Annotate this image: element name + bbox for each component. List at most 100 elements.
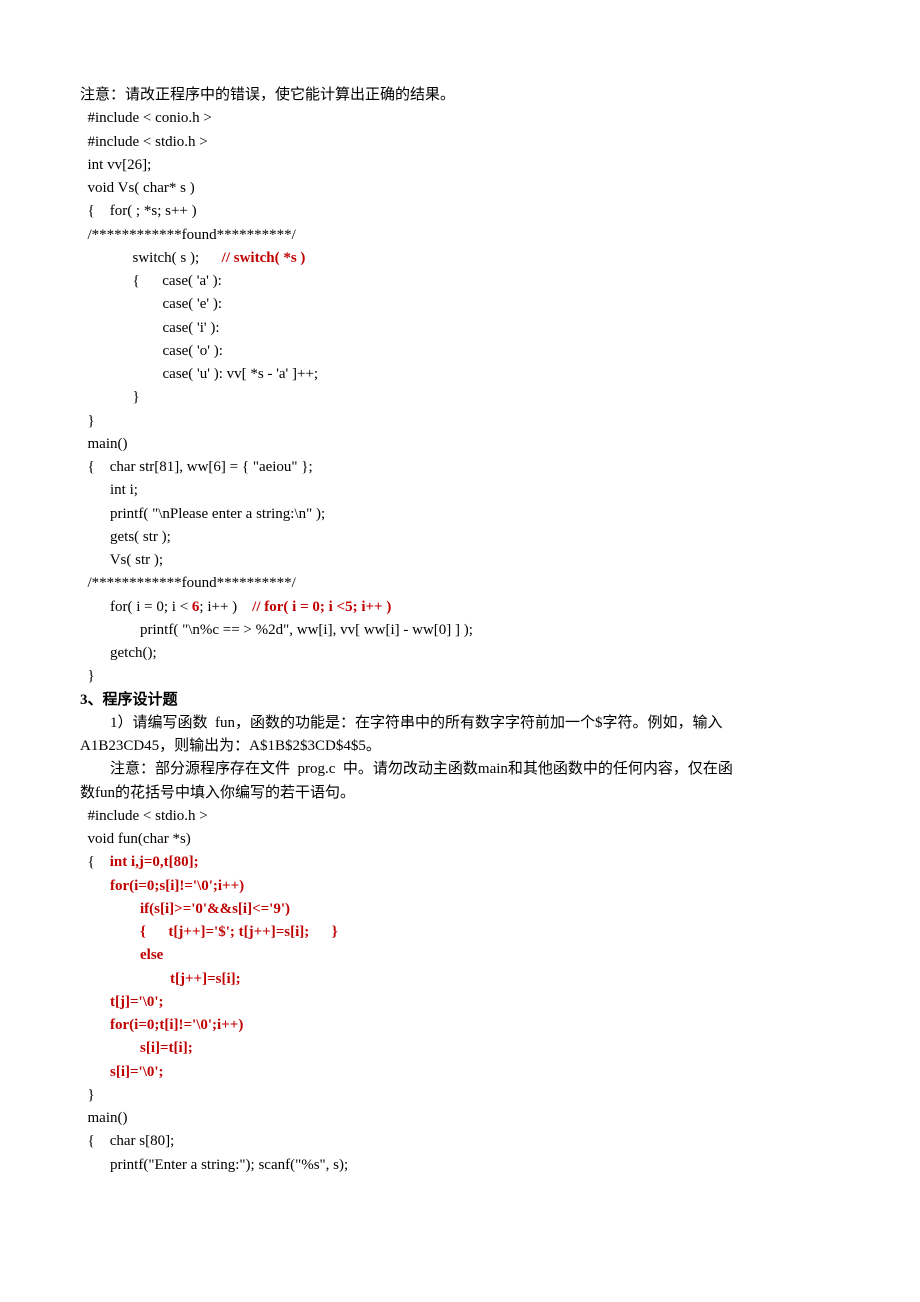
code-line: case( 'i' ): [80,317,840,340]
document-page: 注意：请改正程序中的错误，使它能计算出正确的结果。 #include < con… [0,0,920,1302]
text-segment [80,971,170,987]
text-segment: { t[j++]='$'; t[j++]=s[i]; } [140,924,338,940]
code-line: #include < stdio.h > [80,131,840,154]
text-segment: // switch( *s ) [222,250,306,266]
code-line: void fun(char *s) [80,828,840,851]
code-line: #include < stdio.h > [80,805,840,828]
text-segment [80,1017,110,1033]
code-line: printf("Enter a string:"); scanf("%s", s… [80,1154,840,1177]
text-segment: t[j]='\0'; [110,994,164,1010]
code-line: Vs( str ); [80,549,840,572]
text-segment: switch( s ); [80,250,222,266]
code-line: gets( str ); [80,526,840,549]
code-line: /************found**********/ [80,224,840,247]
text-segment: int vv[26]; [80,157,151,173]
text-segment: } [80,1087,95,1103]
text-segment: void Vs( char* s ) [80,180,195,196]
text-segment: 1）请编写函数 fun，函数的功能是：在字符串中的所有数字字符前加一个$字符。例… [80,715,723,731]
document-body: 注意：请改正程序中的错误，使它能计算出正确的结果。 #include < con… [80,84,840,1177]
code-line: { case( 'a' ): [80,270,840,293]
code-line: 数fun的花括号中填入你编写的若干语句。 [80,782,840,805]
code-line: void Vs( char* s ) [80,177,840,200]
code-line: t[j]='\0'; [80,991,840,1014]
text-segment: void fun(char *s) [80,831,191,847]
text-segment [80,924,140,940]
code-line: 注意：请改正程序中的错误，使它能计算出正确的结果。 [80,84,840,107]
text-segment: for(i=0;t[i]!='\0';i++) [110,1017,243,1033]
code-line: case( 'u' ): vv[ *s - 'a' ]++; [80,363,840,386]
text-segment: { [80,854,110,870]
text-segment: #include < stdio.h > [80,808,208,824]
code-line: { int i,j=0,t[80]; [80,851,840,874]
text-segment [80,901,140,917]
text-segment: for(i=0;s[i]!='\0';i++) [110,878,244,894]
code-line: int vv[26]; [80,154,840,177]
code-line: A1B23CD45，则输出为：A$1B$2$3CD$4$5。 [80,735,840,758]
code-line: main() [80,1107,840,1130]
code-line: { char str[81], ww[6] = { "aeiou" }; [80,456,840,479]
code-line: } [80,386,840,409]
text-segment: } [80,413,95,429]
text-segment: } [80,668,95,684]
code-line: } [80,1084,840,1107]
code-line: case( 'e' ): [80,293,840,316]
code-line: t[j++]=s[i]; [80,968,840,991]
text-segment: { for( ; *s; s++ ) [80,203,197,219]
text-segment: } [80,389,140,405]
code-line: 3、程序设计题 [80,689,840,712]
text-segment: printf( "\nPlease enter a string:\n" ); [80,506,325,522]
text-segment [80,878,110,894]
code-line: int i; [80,479,840,502]
text-segment: gets( str ); [80,529,171,545]
text-segment: { char s[80]; [80,1133,174,1149]
text-segment: /************found**********/ [80,575,296,591]
text-segment: if(s[i]>='0'&&s[i]<='9') [140,901,290,917]
text-segment: 注意：部分源程序存在文件 prog.c 中。请勿改动主函数main和其他函数中的… [80,761,733,777]
code-line: /************found**********/ [80,572,840,595]
text-segment: /************found**********/ [80,227,296,243]
code-line: main() [80,433,840,456]
code-line: for(i=0;t[i]!='\0';i++) [80,1014,840,1037]
code-line: for(i=0;s[i]!='\0';i++) [80,875,840,898]
text-segment: case( 'u' ): vv[ *s - 'a' ]++; [80,366,318,382]
text-segment: #include < conio.h > [80,110,212,126]
code-line: printf( "\nPlease enter a string:\n" ); [80,503,840,526]
code-line: case( 'o' ): [80,340,840,363]
code-line: } [80,665,840,688]
text-segment [80,994,110,1010]
code-line: else [80,944,840,967]
text-segment: getch(); [80,645,157,661]
text-segment [80,947,140,963]
code-line: { for( ; *s; s++ ) [80,200,840,223]
text-segment: { case( 'a' ): [80,273,222,289]
text-segment: int i; [80,482,138,498]
text-segment: s[i]=t[i]; [140,1040,193,1056]
text-segment [80,1040,140,1056]
code-line: if(s[i]>='0'&&s[i]<='9') [80,898,840,921]
text-segment: #include < stdio.h > [80,134,208,150]
text-segment: t[j++]=s[i]; [170,971,241,987]
code-line: 1）请编写函数 fun，函数的功能是：在字符串中的所有数字字符前加一个$字符。例… [80,712,840,735]
text-segment: A1B23CD45，则输出为：A$1B$2$3CD$4$5。 [80,738,381,754]
text-segment: s[i]='\0'; [110,1064,164,1080]
text-segment: int i,j=0,t[80]; [110,854,199,870]
text-segment [80,1064,110,1080]
text-segment: printf("Enter a string:"); scanf("%s", s… [80,1157,348,1173]
code-line: 注意：部分源程序存在文件 prog.c 中。请勿改动主函数main和其他函数中的… [80,758,840,781]
code-line: getch(); [80,642,840,665]
text-segment: printf( "\n%c == > %2d", ww[i], vv[ ww[i… [80,622,473,638]
code-line: printf( "\n%c == > %2d", ww[i], vv[ ww[i… [80,619,840,642]
text-segment: ; i++ ) [199,599,252,615]
text-segment: else [140,947,163,963]
text-segment: for( i = 0; i < [80,599,192,615]
code-line: for( i = 0; i < 6; i++ ) // for( i = 0; … [80,596,840,619]
text-segment: 注意：请改正程序中的错误，使它能计算出正确的结果。 [80,87,455,103]
code-line: s[i]=t[i]; [80,1037,840,1060]
code-line: { t[j++]='$'; t[j++]=s[i]; } [80,921,840,944]
text-segment: case( 'i' ): [80,320,220,336]
text-segment: 数fun的花括号中填入你编写的若干语句。 [80,785,355,801]
code-line: #include < conio.h > [80,107,840,130]
text-segment: // for( i = 0; i <5; i++ ) [252,599,391,615]
text-segment: Vs( str ); [80,552,163,568]
text-segment: case( 'o' ): [80,343,223,359]
